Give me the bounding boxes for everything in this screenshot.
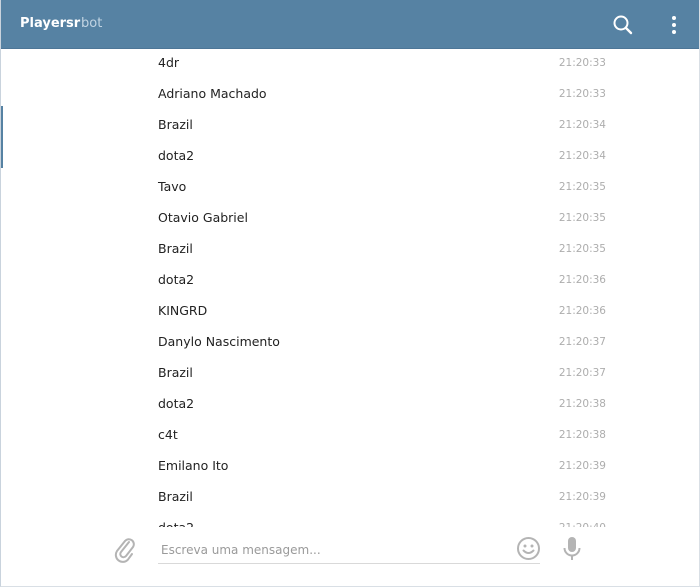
search-icon [613,15,633,35]
paperclip-icon [114,538,135,563]
message-text: dota2 [158,272,195,287]
chat-title[interactable]: Playersr [20,16,80,31]
message-row[interactable]: Brazil 21:20:39 [158,487,608,518]
message-time: 21:20:36 [558,305,606,317]
message-row[interactable]: KINGRD 21:20:36 [158,301,608,332]
message-text: dota2 [158,520,194,527]
message-text: Brazil [158,489,193,504]
message-row[interactable]: Tavo 21:20:35 [158,177,608,208]
message-time: 21:20:36 [558,274,606,286]
message-time: 21:20:35 [558,243,606,255]
message-row[interactable]: Brazil 21:20:34 [158,115,608,146]
message-time: 21:20:35 [558,212,606,224]
message-row[interactable]: Adriano Machado 21:20:33 [158,84,608,115]
message-time: 21:20:38 [558,429,606,441]
chat-window: Playersr bot 4dr 21:20:33 Adriano Machado 2… [0,0,700,587]
message-row[interactable]: dota221:20:40 [158,518,608,527]
message-row[interactable]: Otavio Gabriel 21:20:35 [158,208,608,239]
message-composer [1,527,699,586]
message-row[interactable]: dota2 21:20:36 [158,270,608,301]
message-time: 21:20:37 [558,336,606,348]
message-text: 4dr [158,55,180,70]
message-text: KINGRD [158,303,208,318]
message-time: 21:20:39 [558,491,606,503]
message-text: Brazil [158,365,193,380]
message-text: Tavo [158,179,187,194]
chat-subtitle: bot [81,16,103,31]
message-text: Brazil [158,241,193,256]
message-row[interactable]: Emilano Ito 21:20:39 [158,456,608,487]
message-row[interactable]: Danylo Nascimento 21:20:37 [158,332,608,363]
message-text: Danylo Nascimento [158,334,280,349]
message-text: dota2 [158,148,195,163]
message-row[interactable]: Brazil 21:20:37 [158,363,608,394]
message-text: Otavio Gabriel [158,210,248,225]
search-button[interactable] [612,14,634,36]
message-list[interactable]: 4dr 21:20:33 Adriano Machado 21:20:33 Brazil… [1,50,699,527]
message-text: Brazil [158,117,193,132]
message-time: 21:20:37 [558,367,606,379]
message-time: 21:20:34 [558,150,606,162]
message-time: 21:20:35 [558,181,606,193]
emoji-button[interactable] [516,536,541,561]
message-text: Emilano Ito [158,458,229,473]
message-time: 21:20:34 [558,119,606,131]
message-input[interactable] [158,536,540,564]
message-text: dota2 [158,396,195,411]
message-row[interactable]: dota2 21:20:34 [158,146,608,177]
message-time: 21:20:33 [558,57,606,69]
microphone-button[interactable] [562,536,582,562]
message-text: Adriano Machado [158,86,267,101]
message-row[interactable]: 4dr 21:20:33 [158,53,608,84]
message-text: c4t [158,427,178,442]
message-row[interactable]: dota2 21:20:38 [158,394,608,425]
smiley-icon [517,537,540,560]
attach-button[interactable] [113,535,137,563]
message-row[interactable]: Brazil 21:20:35 [158,239,608,270]
message-time: 21:20:33 [558,88,606,100]
more-vertical-icon [672,16,676,34]
microphone-icon [563,537,581,560]
more-menu-button[interactable] [665,14,683,36]
message-row[interactable]: c4t 21:20:38 [158,425,608,456]
chat-header: Playersr bot [1,0,699,49]
message-time: 21:20:39 [558,460,606,472]
message-time: 21:20:38 [558,398,606,410]
